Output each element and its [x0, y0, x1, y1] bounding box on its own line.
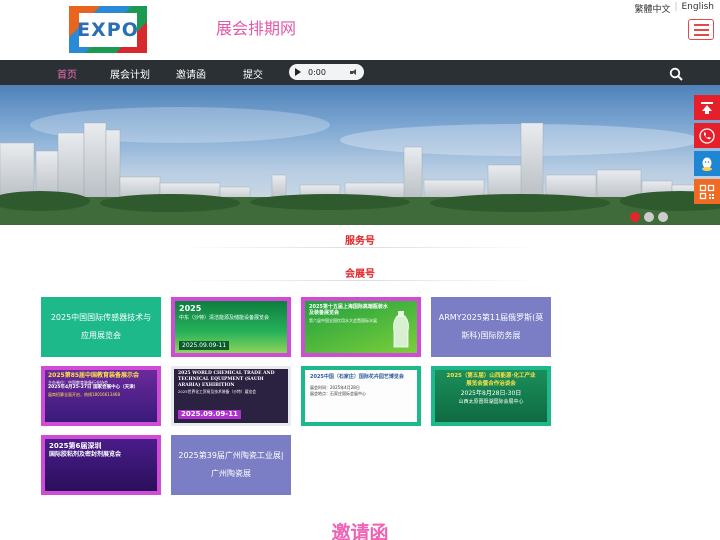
nav-item-expo-plan[interactable]: 展会计划	[110, 66, 150, 81]
section-divider	[180, 280, 540, 281]
qq-button[interactable]	[694, 151, 720, 176]
volume-icon[interactable]	[350, 68, 358, 76]
language-switcher: 繁體中文 | English	[634, 2, 714, 15]
site-logo[interactable]: EXPO	[69, 6, 147, 53]
nav-item-submit[interactable]: 提交	[243, 66, 263, 81]
expo-card-location: 展会地点：石家庄国际会展中心	[310, 390, 366, 396]
header: EXPO 展会排期网 繁體中文 | English	[0, 0, 720, 60]
back-to-top-icon	[701, 101, 713, 114]
expo-card-saudi-energy[interactable]: 2025 中东（沙特）清洁能源及储能设备展览会 2025.09.09-11	[171, 297, 291, 357]
expo-card-adhesive[interactable]: 2025第6届深圳 国际胶粘剂及密封剂展览会	[41, 435, 161, 495]
expo-card-date: 2025.09.09-11	[178, 409, 241, 419]
expo-card-hotline: 展商招募全面开启，热线18016613468	[48, 391, 120, 397]
audio-player[interactable]: 0:00	[289, 64, 364, 80]
carousel-dot[interactable]	[630, 212, 640, 222]
expo-card-title: ARMY2025第11届俄罗斯(莫斯科)国际防务展	[438, 313, 544, 340]
expo-card-title: 2025第85届中国教育装备展示会	[48, 372, 140, 379]
expo-card-shanxi-energy[interactable]: 2025（第五届）山西能源·化工产业 展览会暨合作治谈会 2025年8月28日-…	[431, 366, 551, 426]
expo-card-sensor[interactable]: 2025中国国际传感器技术与应用展览会	[41, 297, 161, 357]
expo-card-date: 2025年8月28日-30日	[460, 390, 522, 398]
hero-banner[interactable]	[0, 85, 720, 225]
back-to-top-button[interactable]	[694, 95, 720, 120]
expo-card-location: 山西太原晋阳湖国际会展中心	[458, 398, 524, 405]
menu-bar-icon	[693, 33, 709, 36]
carousel-dots	[630, 212, 668, 222]
expo-card-title: 2025第6届深圳	[49, 442, 102, 450]
expo-card-title-en-1: 2025 WORLD CHEMICAL TRADE AND	[178, 371, 275, 376]
qr-code-button[interactable]	[694, 179, 720, 204]
menu-bar-icon	[693, 23, 709, 26]
section-divider	[180, 247, 540, 248]
side-toolbar	[694, 95, 720, 204]
logo-text: EXPO	[77, 12, 138, 47]
lang-separator: |	[674, 2, 678, 12]
expo-card-ceramics[interactable]: 2025第39届广州陶瓷工业展|广州陶瓷展	[171, 435, 291, 495]
expo-card-subtitle: 展览会暨合作治谈会	[466, 380, 516, 387]
expo-card-title-en-3: ARABIA) EXHIBITION	[178, 382, 235, 388]
expo-card-army-moscow[interactable]: ARMY2025第11届俄罗斯(莫斯科)国际防务展	[431, 297, 551, 357]
phone-icon	[699, 127, 715, 144]
expo-card-education[interactable]: 2025第85届中国教育装备展示会 主办单位：中国教育装备行业协会 2025年4…	[41, 366, 161, 426]
audio-time: 0:00	[308, 67, 326, 77]
expo-card-title-cn: 2025世界化工贸易及技术装备（沙特）展览会	[178, 388, 257, 394]
expo-card-title: 2025（第五届）山西能源·化工产业	[446, 373, 536, 379]
expo-card-bottled-water[interactable]: 2025第十五届上海国际高端瓶装水及装备展览会 第六届中国全国饮用水大会暨国际水…	[301, 297, 421, 357]
hamburger-menu-button[interactable]	[688, 19, 714, 40]
expo-card-date: 2025年4月25-27日 国家会展中心（天津）	[48, 385, 139, 391]
qq-icon	[702, 157, 712, 171]
lang-english-link[interactable]: English	[682, 2, 715, 15]
expo-card-saudi-chemical[interactable]: 2025 WORLD CHEMICAL TRADE AND TECHNICAL …	[171, 366, 291, 426]
play-icon[interactable]	[295, 68, 301, 76]
expo-card-title: 2025第十五届上海国际高端瓶装水及装备展览会	[309, 304, 388, 317]
section-title-service: 服务号	[345, 236, 375, 247]
carousel-dot[interactable]	[644, 212, 654, 222]
city-skyline-image	[0, 107, 720, 225]
site-name[interactable]: 展会排期网	[216, 15, 296, 39]
nav-item-home[interactable]: 首页	[57, 66, 77, 81]
expo-card-title: 中东（沙特）清洁能源及储能设备展览会	[179, 315, 270, 321]
lang-traditional-link[interactable]: 繁體中文	[634, 2, 670, 15]
carousel-dot[interactable]	[658, 212, 668, 222]
expo-card-title: 2025中国国际传感器技术与应用展览会	[50, 313, 152, 340]
page: EXPO 展会排期网 繁體中文 | English 首页 展会计划 邀请函 提交…	[0, 0, 720, 540]
expo-card-flower-expo[interactable]: 2025中国（石家庄）国际花卉园艺博览会 展会时间：2025年4月28日 展会地…	[301, 366, 421, 426]
main-nav: 首页 展会计划 邀请函 提交 0:00	[0, 60, 720, 85]
section-title-invitation: 邀请函	[331, 522, 389, 540]
menu-bar-icon	[693, 28, 709, 31]
expo-card-year: 2025	[179, 304, 202, 313]
expo-card-title: 2025中国（石家庄）国际花卉园艺博览会	[310, 374, 404, 380]
search-icon[interactable]	[669, 67, 683, 81]
water-bottle-icon	[393, 311, 409, 348]
expo-card-subtitle: 国际胶粘剂及密封剂展览会	[49, 451, 122, 459]
qr-code-icon	[699, 184, 715, 199]
section-title-expo: 会展号	[345, 269, 375, 280]
expo-card-subtitle: 第六届中国全国饮用水大会暨国际水展	[309, 317, 377, 323]
nav-item-invitation[interactable]: 邀请函	[176, 66, 206, 81]
expo-card-date: 2025.09.09-11	[179, 341, 230, 350]
expo-card-title: 2025第39届广州陶瓷工业展|广州陶瓷展	[178, 451, 284, 478]
phone-button[interactable]	[694, 123, 720, 148]
